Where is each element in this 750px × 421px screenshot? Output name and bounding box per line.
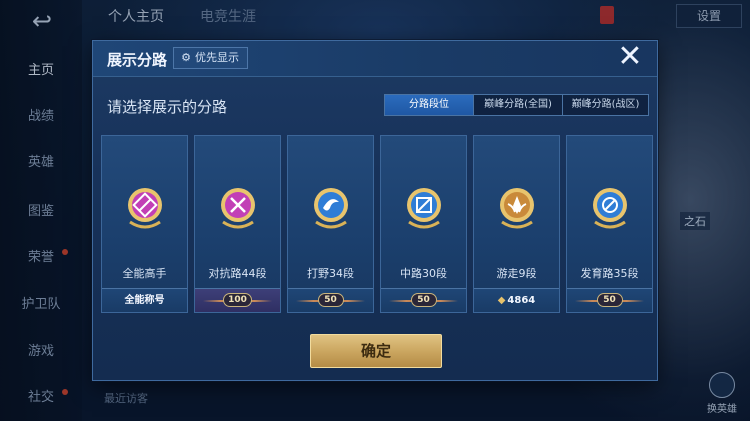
close-icon[interactable]: ✕	[615, 42, 645, 73]
lane-card-roam[interactable]: 游走9段 ◆ 4864	[473, 135, 560, 313]
tab-peak-national[interactable]: 巅峰分路(全国)	[473, 95, 562, 115]
lane-card-name: 中路30段	[400, 267, 447, 280]
all-round-title: 全能称号	[124, 295, 165, 306]
lane-card-footer: 100	[195, 288, 280, 312]
lane-card-name: 发育路35段	[580, 267, 639, 280]
star-count-pill: 50	[317, 293, 344, 307]
lane-cards: 全能高手 全能称号 对抗路44段 100 打野34段 50 中路30段 50 游…	[101, 135, 653, 313]
dialog-title: 展示分路	[107, 51, 168, 69]
rank-mid-icon	[407, 188, 441, 229]
lane-card-footer: 50	[381, 288, 466, 312]
dialog-header: 展示分路 ⚙ 优先显示 ✕	[93, 41, 657, 77]
peak-score: 4864	[507, 295, 536, 306]
lane-card-mid[interactable]: 中路30段 50	[380, 135, 467, 313]
star-count-pill: 50	[596, 293, 623, 307]
peak-score-icon: ◆	[497, 295, 506, 306]
tab-peak-region[interactable]: 巅峰分路(战区)	[562, 95, 648, 115]
lane-card-jungle[interactable]: 打野34段 50	[287, 135, 374, 313]
lane-card-name: 全能高手	[122, 267, 167, 280]
rank-roam-icon	[500, 188, 534, 229]
lane-card-name: 游走9段	[496, 267, 537, 280]
priority-display-button[interactable]: ⚙ 优先显示	[173, 47, 248, 69]
lane-card-name: 对抗路44段	[208, 267, 267, 280]
rank-jungle-icon	[314, 188, 348, 229]
star-count-pill: 50	[410, 293, 437, 307]
lane-display-dialog: 展示分路 ⚙ 优先显示 ✕ 请选择展示的分路 分路段位 巅峰分路(全国) 巅峰分路…	[92, 40, 658, 381]
lane-card-all-round[interactable]: 全能高手 全能称号	[101, 135, 188, 313]
rank-farm-icon	[593, 188, 627, 229]
lane-card-footer: 全能称号	[102, 288, 187, 312]
rank-clash-icon	[221, 188, 255, 229]
lane-card-farm[interactable]: 发育路35段 50	[566, 135, 653, 313]
lane-card-clash[interactable]: 对抗路44段 100	[194, 135, 281, 313]
lane-card-footer: ◆ 4864	[474, 288, 559, 312]
star-count-pill: 100	[223, 293, 252, 307]
lane-card-footer: 50	[567, 288, 652, 312]
dialog-prompt: 请选择展示的分路	[107, 98, 228, 116]
lane-card-name: 打野34段	[307, 267, 354, 280]
lane-card-footer: 50	[288, 288, 373, 312]
gear-icon: ⚙	[181, 51, 191, 64]
rank-all-icon	[128, 188, 162, 229]
mode-tabs: 分路段位 巅峰分路(全国) 巅峰分路(战区)	[384, 94, 649, 116]
confirm-button[interactable]: 确定	[310, 334, 442, 368]
priority-display-label: 优先显示	[195, 51, 239, 64]
tab-lane-rank[interactable]: 分路段位	[385, 95, 473, 115]
